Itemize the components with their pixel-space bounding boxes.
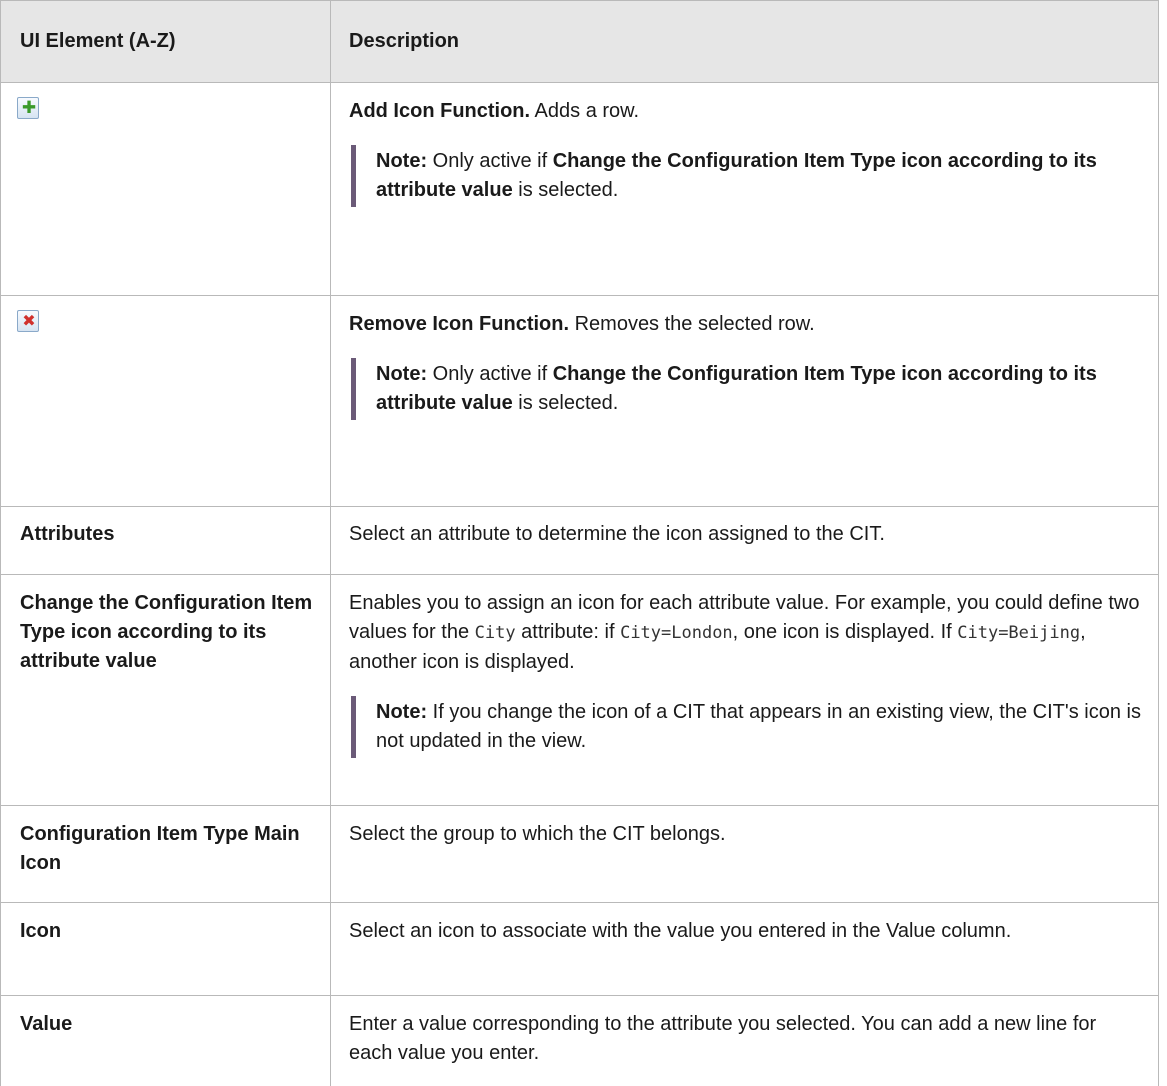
element-cell: Configuration Item Type Main Icon	[1, 806, 331, 903]
header-ui-element: UI Element (A-Z)	[1, 1, 331, 83]
description-cell: Enter a value corresponding to the attri…	[331, 996, 1159, 1086]
table-row-add-icon: ✚ Add Icon Function. Adds a row. Note: O…	[1, 83, 1159, 296]
table-row-icon: Icon Select an icon to associate with th…	[1, 903, 1159, 996]
element-cell: Value	[1, 996, 331, 1086]
table-row-main-icon: Configuration Item Type Main Icon Select…	[1, 806, 1159, 903]
table-row-remove-icon: ✖ Remove Icon Function. Removes the sele…	[1, 296, 1159, 507]
table-row-value: Value Enter a value corresponding to the…	[1, 996, 1159, 1086]
note-block: Note: Only active if Change the Configur…	[351, 358, 1144, 420]
description-cell: Enables you to assign an icon for each a…	[331, 575, 1159, 806]
header-description: Description	[331, 1, 1159, 83]
ui-elements-table: UI Element (A-Z) Description ✚ Add Icon …	[0, 0, 1159, 1086]
element-cell: ✚	[1, 83, 331, 296]
description-text: Enables you to assign an icon for each a…	[349, 589, 1144, 677]
element-cell: Icon	[1, 903, 331, 996]
table-header-row: UI Element (A-Z) Description	[1, 1, 1159, 83]
element-cell: Change the Configuration Item Type icon …	[1, 575, 331, 806]
description-cell: Remove Icon Function. Removes the select…	[331, 296, 1159, 507]
note-block: Note: Only active if Change the Configur…	[351, 145, 1144, 207]
description-text: Remove Icon Function. Removes the select…	[349, 310, 1144, 339]
add-plus-icon: ✚	[17, 97, 39, 119]
description-cell: Select an attribute to determine the ico…	[331, 507, 1159, 575]
table-row-change-icon: Change the Configuration Item Type icon …	[1, 575, 1159, 806]
description-cell: Select the group to which the CIT belong…	[331, 806, 1159, 903]
remove-x-icon: ✖	[17, 310, 39, 332]
element-cell: Attributes	[1, 507, 331, 575]
element-cell: ✖	[1, 296, 331, 507]
description-text: Add Icon Function. Adds a row.	[349, 97, 1144, 126]
table-row-attributes: Attributes Select an attribute to determ…	[1, 507, 1159, 575]
description-cell: Select an icon to associate with the val…	[331, 903, 1159, 996]
note-block: Note: If you change the icon of a CIT th…	[351, 696, 1144, 758]
description-cell: Add Icon Function. Adds a row. Note: Onl…	[331, 83, 1159, 296]
